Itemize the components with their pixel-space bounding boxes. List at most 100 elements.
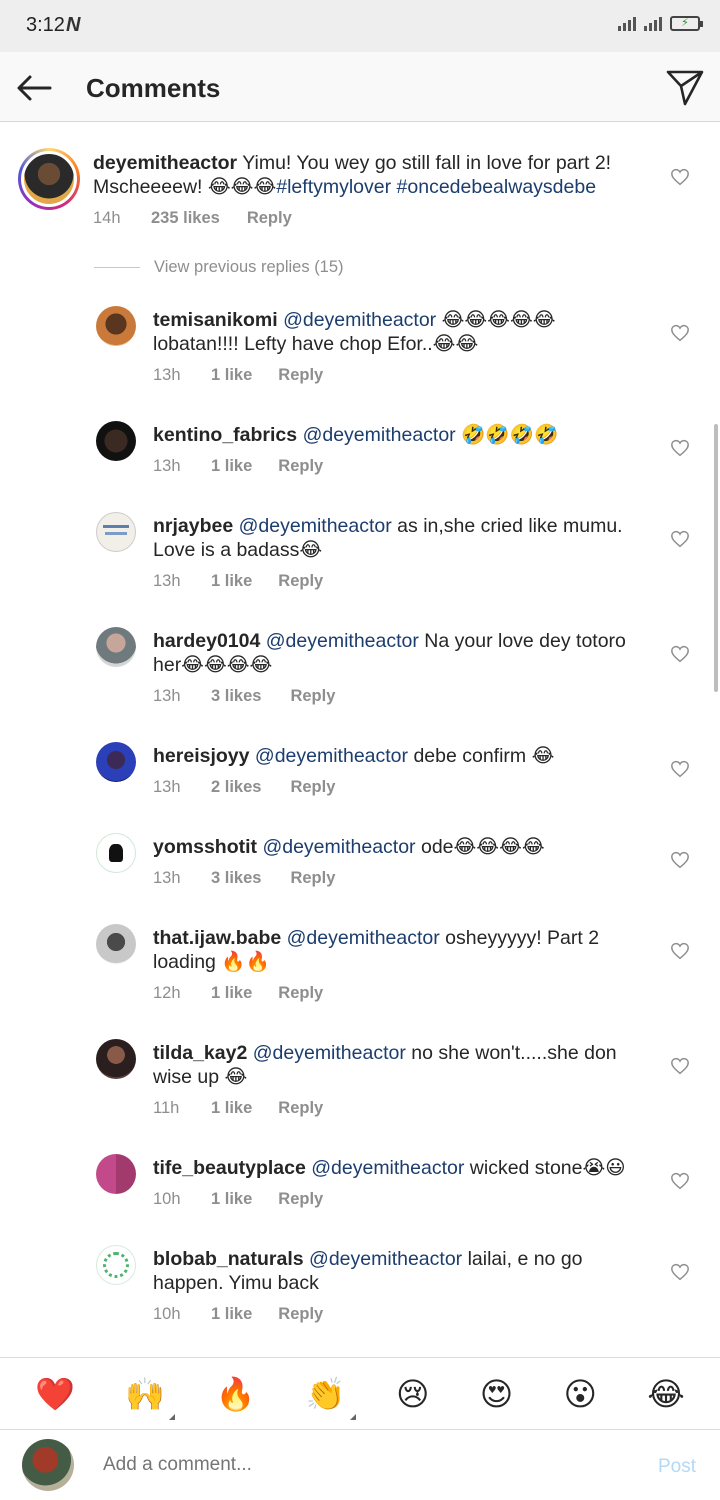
hashtag-link[interactable]: #oncedebealwaysdebe (397, 176, 597, 198)
comment-body: wicked stone😭😃 (464, 1157, 626, 1179)
comment-likes[interactable]: 1 like (211, 572, 252, 591)
like-heart-icon[interactable] (670, 1263, 690, 1281)
mention-link[interactable]: @deyemitheactor (283, 309, 436, 331)
reply-button[interactable]: Reply (278, 1190, 323, 1209)
like-heart-icon[interactable] (670, 851, 690, 869)
current-user-avatar (22, 1439, 74, 1491)
comment-username[interactable]: nrjaybee (153, 515, 233, 537)
comment-meta: 13h 3 likes Reply (153, 687, 335, 706)
comment-meta: 11h 1 like Reply (153, 1099, 323, 1118)
comment-body: ode😂😂😂😂 (415, 836, 545, 858)
comment-text: deyemitheactor Yimu! You wey go still fa… (93, 151, 653, 199)
heart-emoji-button[interactable]: ❤️ (35, 1378, 75, 1410)
signal-icon-2 (644, 15, 662, 31)
like-heart-icon[interactable] (670, 1057, 690, 1075)
mention-link[interactable]: @deyemitheactor (255, 745, 408, 767)
comment-meta: 13h 1 like Reply (153, 572, 323, 591)
avatar[interactable] (96, 1245, 136, 1285)
comment-likes[interactable]: 1 like (211, 366, 252, 385)
comment-meta: 12h 1 like Reply (153, 984, 323, 1003)
comment-username[interactable]: kentino_fabrics (153, 424, 297, 446)
add-comment-input[interactable] (103, 1454, 603, 1476)
comment-likes[interactable]: 2 likes (211, 778, 261, 797)
comment-meta: 10h 1 like Reply (153, 1305, 323, 1324)
comment-username[interactable]: hereisjoyy (153, 745, 249, 767)
mention-link[interactable]: @deyemitheactor (266, 630, 419, 652)
comment-likes[interactable]: 235 likes (151, 209, 220, 228)
mention-link[interactable]: @deyemitheactor (309, 1248, 462, 1270)
like-heart-icon[interactable] (670, 942, 690, 960)
avatar[interactable] (96, 512, 136, 552)
avatar[interactable] (96, 742, 136, 782)
avatar[interactable] (96, 627, 136, 667)
comment-likes[interactable]: 3 likes (211, 687, 261, 706)
clapping-emoji-button[interactable]: 👏 (306, 1378, 356, 1420)
reply-button[interactable]: Reply (247, 209, 292, 228)
comment-meta: 14h 235 likes Reply (93, 209, 292, 228)
add-comment-bar: Post (0, 1429, 720, 1500)
comment-likes[interactable]: 1 like (211, 1305, 252, 1324)
comment-likes[interactable]: 1 like (211, 984, 252, 1003)
comment-likes[interactable]: 1 like (211, 1099, 252, 1118)
heart-eyes-emoji-button[interactable]: 😍 (480, 1378, 513, 1410)
reply-button[interactable]: Reply (278, 572, 323, 591)
comment-likes[interactable]: 1 like (211, 457, 252, 476)
crying-emoji-button[interactable]: 😢 (396, 1378, 429, 1410)
mention-link[interactable]: @deyemitheactor (287, 927, 440, 949)
comment-time: 13h (153, 778, 181, 796)
like-heart-icon[interactable] (670, 530, 690, 548)
comment-time: 12h (153, 984, 181, 1002)
avatar[interactable] (96, 1039, 136, 1079)
back-arrow-icon[interactable] (14, 68, 54, 108)
comment-username[interactable]: deyemitheactor (93, 152, 237, 174)
like-heart-icon[interactable] (670, 760, 690, 778)
comment-text: hardey0104 @deyemitheactor Na your love … (153, 629, 653, 677)
comment-username[interactable]: blobab_naturals (153, 1248, 304, 1270)
avatar[interactable] (96, 306, 136, 346)
comment-username[interactable]: that.ijaw.babe (153, 927, 281, 949)
avatar[interactable] (18, 148, 80, 210)
reply-button[interactable]: Reply (278, 984, 323, 1003)
like-heart-icon[interactable] (670, 1172, 690, 1190)
reply-button[interactable]: Reply (278, 1099, 323, 1118)
scrollbar[interactable] (714, 424, 718, 692)
post-button[interactable]: Post (658, 1456, 696, 1478)
notification-app-icon: N (66, 14, 81, 36)
comment-likes[interactable]: 1 like (211, 1190, 252, 1209)
avatar[interactable] (96, 833, 136, 873)
like-heart-icon[interactable] (670, 324, 690, 342)
view-previous-label[interactable]: View previous replies (15) (154, 258, 344, 277)
mention-link[interactable]: @deyemitheactor (262, 836, 415, 858)
reply-button[interactable]: Reply (278, 366, 323, 385)
comment-username[interactable]: tife_beautyplace (153, 1157, 306, 1179)
comment-likes[interactable]: 3 likes (211, 869, 261, 888)
mention-link[interactable]: @deyemitheactor (303, 424, 456, 446)
avatar[interactable] (96, 924, 136, 964)
laughing-emoji-button[interactable]: 😂 (647, 1378, 684, 1410)
divider (94, 267, 140, 268)
comment-username[interactable]: temisanikomi (153, 309, 278, 331)
reply-button[interactable]: Reply (278, 1305, 323, 1324)
reply-button[interactable]: Reply (278, 457, 323, 476)
hashtag-link[interactable]: #leftymylover (276, 176, 391, 198)
surprised-emoji-button[interactable]: 😮 (564, 1378, 597, 1410)
avatar[interactable] (96, 421, 136, 461)
view-previous-replies[interactable]: View previous replies (15) (94, 258, 344, 277)
comment-username[interactable]: yomsshotit (153, 836, 257, 858)
reply-button[interactable]: Reply (290, 687, 335, 706)
like-heart-icon[interactable] (670, 645, 690, 663)
reply-button[interactable]: Reply (290, 869, 335, 888)
like-heart-icon[interactable] (670, 439, 690, 457)
comment-username[interactable]: tilda_kay2 (153, 1042, 247, 1064)
direct-send-icon[interactable] (664, 66, 706, 108)
mention-link[interactable]: @deyemitheactor (253, 1042, 406, 1064)
comment-text: tife_beautyplace @deyemitheactor wicked … (153, 1156, 653, 1180)
like-heart-icon[interactable] (670, 168, 690, 186)
raised-hands-emoji-button[interactable]: 🙌 (125, 1378, 176, 1420)
mention-link[interactable]: @deyemitheactor (311, 1157, 464, 1179)
mention-link[interactable]: @deyemitheactor (239, 515, 392, 537)
avatar[interactable] (96, 1154, 136, 1194)
comment-username[interactable]: hardey0104 (153, 630, 260, 652)
fire-emoji-button[interactable]: 🔥 (216, 1378, 256, 1410)
reply-button[interactable]: Reply (290, 778, 335, 797)
